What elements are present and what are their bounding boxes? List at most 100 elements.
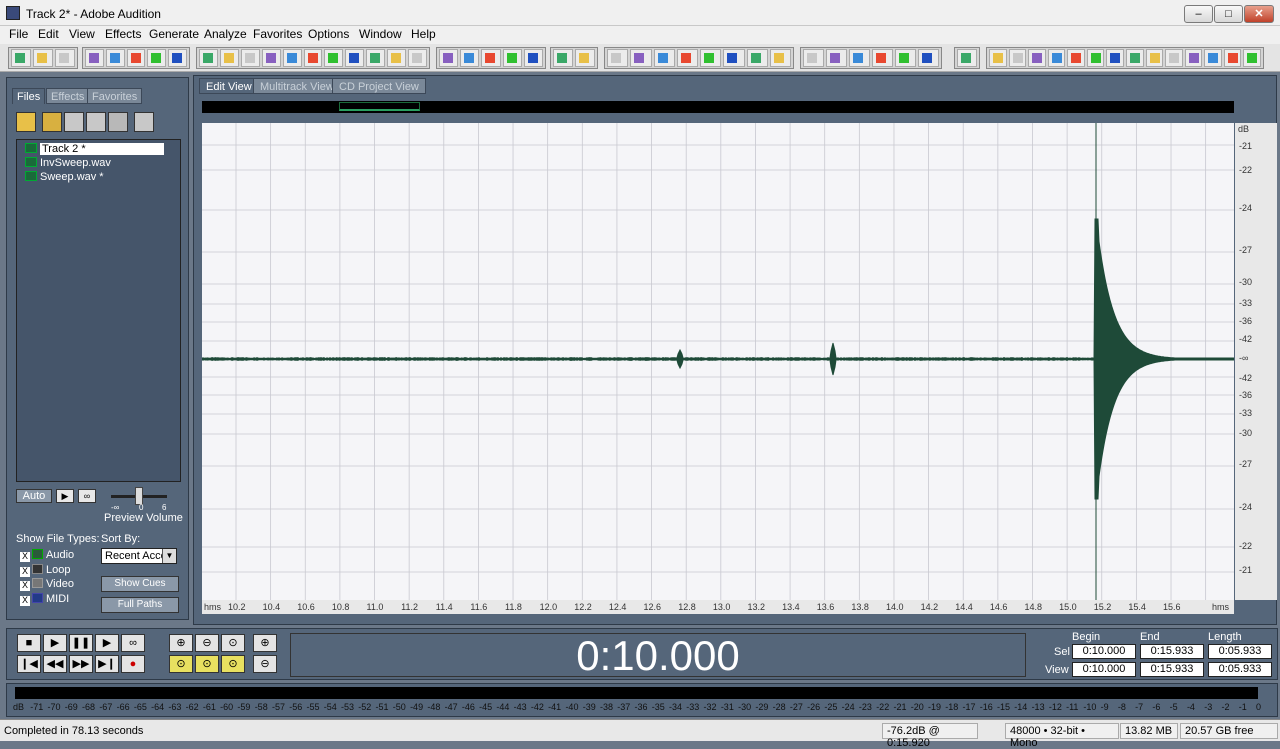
open-file-icon[interactable] [16, 112, 36, 132]
sel-length-field[interactable]: 0:05.933 [1208, 644, 1272, 659]
toolbar-button[interactable] [147, 49, 167, 67]
toolbar-button[interactable] [849, 49, 870, 67]
toolbar-button[interactable] [199, 49, 218, 67]
toolbar-button[interactable] [481, 49, 501, 67]
toolbar-button[interactable] [523, 49, 543, 67]
sel-end-field[interactable]: 0:15.933 [1140, 644, 1204, 659]
filetype-midi[interactable]: X MIDI [20, 593, 69, 607]
preview-play-button[interactable]: ▶ [56, 489, 74, 503]
toolbar-button[interactable] [1067, 49, 1085, 67]
toolbar-button[interactable] [240, 49, 260, 67]
menu-analyze[interactable]: Analyze [204, 27, 247, 41]
menu-window[interactable]: Window [359, 27, 402, 41]
sel-begin-field[interactable]: 0:10.000 [1072, 644, 1136, 659]
menu-options[interactable]: Options [308, 27, 349, 41]
zoom-to-selection-icon[interactable]: ⊙ [221, 655, 245, 673]
toolbar-button[interactable] [575, 49, 595, 67]
menu-effects[interactable]: Effects [105, 27, 141, 41]
minimize-button[interactable]: – [1184, 5, 1213, 23]
show-cues-button[interactable]: Show Cues [101, 576, 179, 592]
toolbar-button[interactable] [55, 49, 75, 67]
menu-view[interactable]: View [69, 27, 95, 41]
toolbar-button[interactable] [957, 49, 977, 67]
overview-bar[interactable] [202, 101, 1234, 113]
menu-favorites[interactable]: Favorites [253, 27, 302, 41]
view-end-field[interactable]: 0:15.933 [1140, 662, 1204, 677]
toolbar-button[interactable] [11, 49, 31, 67]
chevron-down-icon[interactable]: ▼ [162, 549, 176, 563]
zoom-in-vertical-icon[interactable]: ⊕ [253, 634, 277, 652]
menu-help[interactable]: Help [411, 27, 436, 41]
toolbar-button[interactable] [1086, 49, 1105, 67]
tab-effects[interactable]: Effects [46, 88, 90, 104]
play-to-end-button[interactable]: ▶ [95, 634, 119, 652]
toolbar-button[interactable] [408, 49, 427, 67]
toolbar-button[interactable] [1223, 49, 1242, 67]
overview-selection[interactable] [339, 102, 420, 111]
toolbar-button[interactable] [345, 49, 365, 67]
toolbar-button[interactable] [630, 49, 652, 67]
full-paths-button[interactable]: Full Paths [101, 597, 179, 613]
toolbar-button[interactable] [1204, 49, 1222, 67]
toolbar-button[interactable] [460, 49, 480, 67]
import-icon[interactable] [64, 112, 84, 132]
tab-files[interactable]: Files [12, 88, 46, 104]
file-item[interactable]: InvSweep.wav [25, 157, 111, 171]
toolbar-button[interactable] [553, 49, 573, 67]
toolbar-button[interactable] [1145, 49, 1164, 67]
toolbar-button[interactable] [989, 49, 1007, 67]
edit-file-icon[interactable] [134, 112, 154, 132]
toolbar-button[interactable] [918, 49, 939, 67]
folder-icon[interactable] [42, 112, 62, 132]
toolbar-button[interactable] [33, 49, 53, 67]
record-button[interactable]: ● [121, 655, 145, 673]
sort-by-select[interactable]: Recent Acce ▼ [101, 548, 177, 564]
toolbar-button[interactable] [219, 49, 239, 67]
zoom-to-left-icon[interactable]: ⊙ [169, 655, 193, 673]
toolbar-button[interactable] [1008, 49, 1027, 67]
view-length-field[interactable]: 0:05.933 [1208, 662, 1272, 677]
close-button[interactable]: ✕ [1244, 5, 1274, 23]
toolbar-button[interactable] [1243, 49, 1261, 67]
preview-loop-button[interactable]: ∞ [78, 489, 96, 503]
loop-play-button[interactable]: ∞ [121, 634, 145, 652]
toolbar-button[interactable] [1126, 49, 1144, 67]
toolbar-button[interactable] [126, 49, 146, 67]
auto-play-button[interactable]: Auto [16, 489, 52, 503]
stop-button[interactable]: ■ [17, 634, 41, 652]
toolbar-button[interactable] [653, 49, 675, 67]
filetype-audio[interactable]: X Audio [20, 549, 74, 563]
toolbar-button[interactable] [700, 49, 722, 67]
toolbar-button[interactable] [803, 49, 824, 67]
toolbar-button[interactable] [826, 49, 847, 67]
tab-cd-project-view[interactable]: CD Project View [332, 78, 426, 94]
toolbar-button[interactable] [168, 49, 187, 67]
close-file-icon[interactable] [86, 112, 106, 132]
toolbar-button[interactable] [303, 49, 323, 67]
view-begin-field[interactable]: 0:10.000 [1072, 662, 1136, 677]
toolbar-button[interactable] [895, 49, 916, 67]
filetype-loop[interactable]: X Loop [20, 564, 70, 578]
tab-multitrack-view[interactable]: Multitrack View [253, 78, 341, 94]
toolbar-button[interactable] [387, 49, 407, 67]
rewind-button[interactable]: ◀◀ [43, 655, 67, 673]
zoom-out-horizontal-icon[interactable]: ⊖ [195, 634, 219, 652]
zoom-full-icon[interactable]: ⊙ [221, 634, 245, 652]
toolbar-button[interactable] [1165, 49, 1183, 67]
toolbar-button[interactable] [607, 49, 629, 67]
toolbar-button[interactable] [366, 49, 386, 67]
toolbar-button[interactable] [261, 49, 281, 67]
fast-forward-button[interactable]: ▶▶ [69, 655, 93, 673]
maximize-button[interactable]: □ [1214, 5, 1243, 23]
insert-icon[interactable] [108, 112, 128, 132]
file-item[interactable]: Track 2 * [25, 143, 164, 157]
toolbar-button[interactable] [85, 49, 104, 67]
toolbar-button[interactable] [1184, 49, 1203, 67]
toolbar-button[interactable] [439, 49, 459, 67]
zoom-out-vertical-icon[interactable]: ⊖ [253, 655, 277, 673]
waveform-display[interactable] [202, 123, 1234, 600]
toolbar-button[interactable] [769, 49, 791, 67]
play-button[interactable]: ▶ [43, 634, 67, 652]
zoom-in-horizontal-icon[interactable]: ⊕ [169, 634, 193, 652]
toolbar-button[interactable] [324, 49, 344, 67]
